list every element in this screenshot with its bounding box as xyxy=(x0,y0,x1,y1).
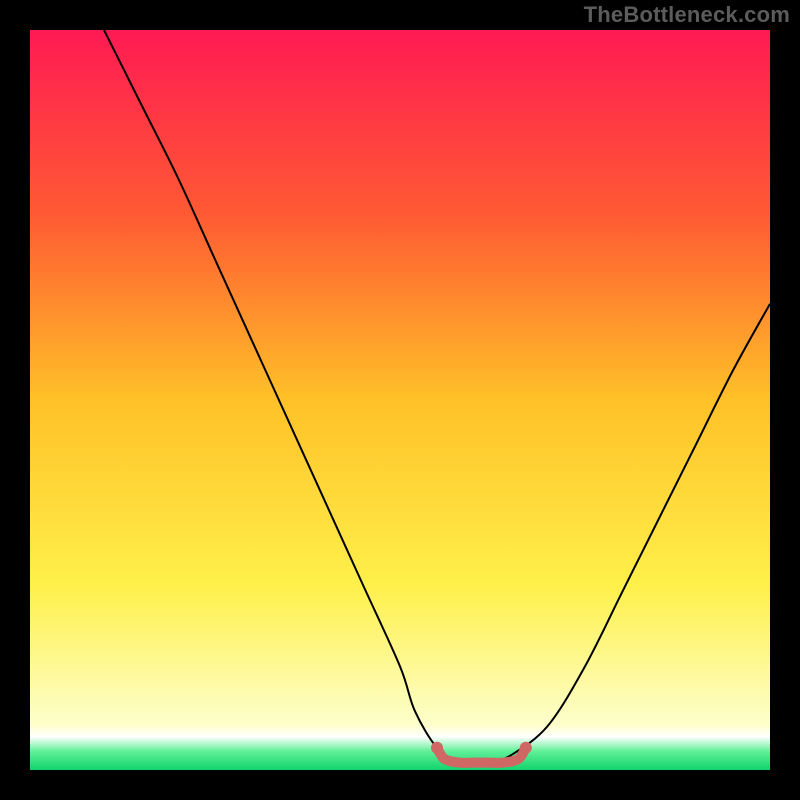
optimal-zone-endpoint-right xyxy=(520,742,532,754)
chart-frame: TheBottleneck.com xyxy=(0,0,800,800)
plot-area xyxy=(30,30,770,770)
watermark-text: TheBottleneck.com xyxy=(584,2,790,28)
optimal-zone-endpoint-left xyxy=(431,742,443,754)
gradient-background xyxy=(30,30,770,770)
plot-svg xyxy=(30,30,770,770)
